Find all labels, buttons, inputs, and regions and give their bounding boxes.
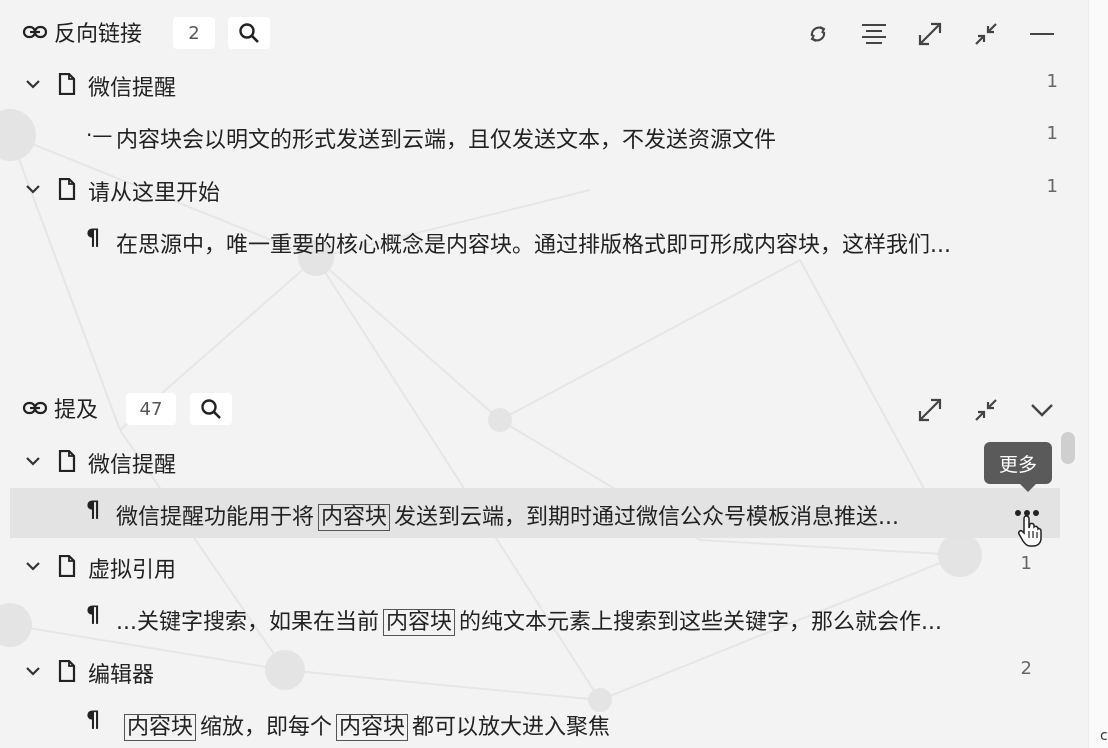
chevron-down-icon[interactable]	[24, 180, 42, 198]
doc-ref-count: 1	[1046, 71, 1058, 92]
mention-doc-row[interactable]: 虚拟引用 1	[10, 541, 1060, 591]
mentions-toggle-button[interactable]	[1028, 396, 1056, 424]
mentions-collapse-button[interactable]	[972, 396, 1000, 424]
expand-icon	[918, 22, 942, 46]
block-text[interactable]: ...关键字搜索，如果在当前 内容块 的纯文本元素上搜索到这些关键字，那么就会作..…	[116, 604, 942, 636]
backlinks-header: 反向链接 2	[6, 12, 1076, 52]
mention-block-row[interactable]: ¶ 内容块 缩放，即每个 内容块 都可以放大进入聚焦	[10, 698, 1060, 748]
mention-block-row[interactable]: ¶ 微信提醒功能用于将 内容块 发送到云端，到期时通过微信公众号模板消息推送...	[10, 488, 1060, 538]
expand-all-button[interactable]	[916, 20, 944, 48]
mentions-title-group: 提及	[6, 392, 98, 424]
text-segment: ...关键字搜索，如果在当前	[116, 610, 379, 635]
refresh-button[interactable]	[804, 20, 832, 48]
chevron-down-icon	[1031, 404, 1053, 417]
doc-title[interactable]: 微信提醒	[88, 447, 176, 479]
link-icon	[22, 401, 48, 415]
document-icon	[58, 73, 76, 95]
block-text[interactable]: 内容块会以明文的形式发送到云端，且仅发送文本，不发送资源文件	[116, 122, 776, 154]
paragraph-icon: ¶	[86, 708, 100, 733]
more-tooltip: 更多	[984, 442, 1052, 492]
doc-ref-count: 1	[1046, 176, 1058, 197]
side-strip	[1088, 0, 1108, 748]
search-icon	[201, 399, 221, 419]
minimize-icon	[1030, 33, 1054, 35]
edge-glyph: c	[1100, 728, 1108, 744]
chevron-down-icon[interactable]	[24, 452, 42, 470]
text-segment: 都可以放大进入聚焦	[412, 715, 611, 740]
document-icon	[58, 450, 76, 472]
backlinks-panel: 反向链接 2 微信提醒 1 ·— 内容块会以明文的形式发送到云端，且仅发送文本，…	[6, 6, 1076, 748]
mention-doc-row[interactable]: 编辑器 2	[10, 646, 1060, 696]
collapse-all-button[interactable]	[972, 20, 1000, 48]
block-text[interactable]: 内容块 缩放，即每个 内容块 都可以放大进入聚焦	[120, 709, 610, 741]
refresh-icon	[810, 26, 826, 42]
backlinks-count: 2	[173, 17, 215, 49]
keyword-highlight: 内容块	[124, 714, 197, 741]
text-segment: 微信提醒功能用于将	[116, 505, 315, 530]
block-text[interactable]: 在思源中，唯一重要的核心概念是内容块。通过排版格式即可形成内容块，这样我们...	[116, 227, 951, 259]
scrollbar-thumb[interactable]	[1061, 432, 1075, 464]
align-button[interactable]	[860, 20, 888, 48]
doc-title[interactable]: 编辑器	[88, 657, 154, 689]
doc-title[interactable]: 虚拟引用	[88, 552, 176, 584]
backlink-doc-row[interactable]: 微信提醒 1	[10, 59, 1060, 109]
minimize-button[interactable]	[1028, 20, 1056, 48]
chevron-down-icon[interactable]	[24, 662, 42, 680]
mentions-title: 提及	[54, 398, 99, 423]
document-icon	[58, 555, 76, 577]
backlinks-search-button[interactable]	[228, 17, 270, 49]
keyword-highlight: 内容块	[382, 609, 455, 636]
hand-cursor-icon	[1018, 515, 1042, 547]
doc-ref-count: 2	[1020, 658, 1032, 679]
chevron-down-icon[interactable]	[24, 75, 42, 93]
mention-block-row[interactable]: ¶ ...关键字搜索，如果在当前 内容块 的纯文本元素上搜索到这些关键字，那么就会作…	[10, 593, 1060, 643]
block-text[interactable]: 微信提醒功能用于将 内容块 发送到云端，到期时通过微信公众号模板消息推送...	[116, 499, 899, 531]
document-icon	[58, 178, 76, 200]
document-icon	[58, 660, 76, 682]
backlink-doc-row[interactable]: 请从这里开始 1	[10, 164, 1060, 214]
keyword-highlight: 内容块	[318, 504, 391, 531]
mentions-count: 47	[126, 393, 176, 425]
text-segment: 的纯文本元素上搜索到这些关键字，那么就会作...	[459, 610, 942, 635]
mentions-header: 提及 47	[6, 388, 1076, 428]
keyword-highlight: 内容块	[336, 714, 409, 741]
collapse-icon	[975, 399, 997, 421]
mentions-expand-button[interactable]	[916, 396, 944, 424]
collapse-icon	[975, 23, 997, 45]
chevron-down-icon[interactable]	[24, 557, 42, 575]
backlink-block-row[interactable]: ¶ 在思源中，唯一重要的核心概念是内容块。通过排版格式即可形成内容块，这样我们.…	[10, 216, 1060, 266]
list-item-marker: ·—	[86, 123, 113, 147]
backlinks-title: 反向链接	[54, 22, 143, 47]
paragraph-icon: ¶	[86, 603, 100, 628]
paragraph-icon: ¶	[86, 498, 100, 523]
search-icon	[239, 23, 259, 43]
expand-icon	[918, 398, 942, 422]
doc-title[interactable]: 微信提醒	[88, 70, 176, 102]
text-segment: 发送到云端，到期时通过微信公众号模板消息推送...	[394, 505, 900, 530]
mentions-search-button[interactable]	[190, 393, 232, 425]
doc-ref-count: 1	[1020, 553, 1032, 574]
link-icon	[22, 25, 48, 39]
doc-title[interactable]: 请从这里开始	[88, 175, 220, 207]
paragraph-icon: ¶	[86, 226, 100, 251]
backlink-block-row[interactable]: ·— 内容块会以明文的形式发送到云端，且仅发送文本，不发送资源文件 1	[10, 111, 1060, 161]
text-segment: 缩放，即每个	[200, 715, 333, 740]
backlinks-title-group: 反向链接	[6, 16, 142, 48]
mention-doc-row[interactable]: 微信提醒	[10, 436, 1060, 486]
block-ref-count: 1	[1046, 123, 1058, 144]
align-center-icon	[862, 24, 886, 44]
